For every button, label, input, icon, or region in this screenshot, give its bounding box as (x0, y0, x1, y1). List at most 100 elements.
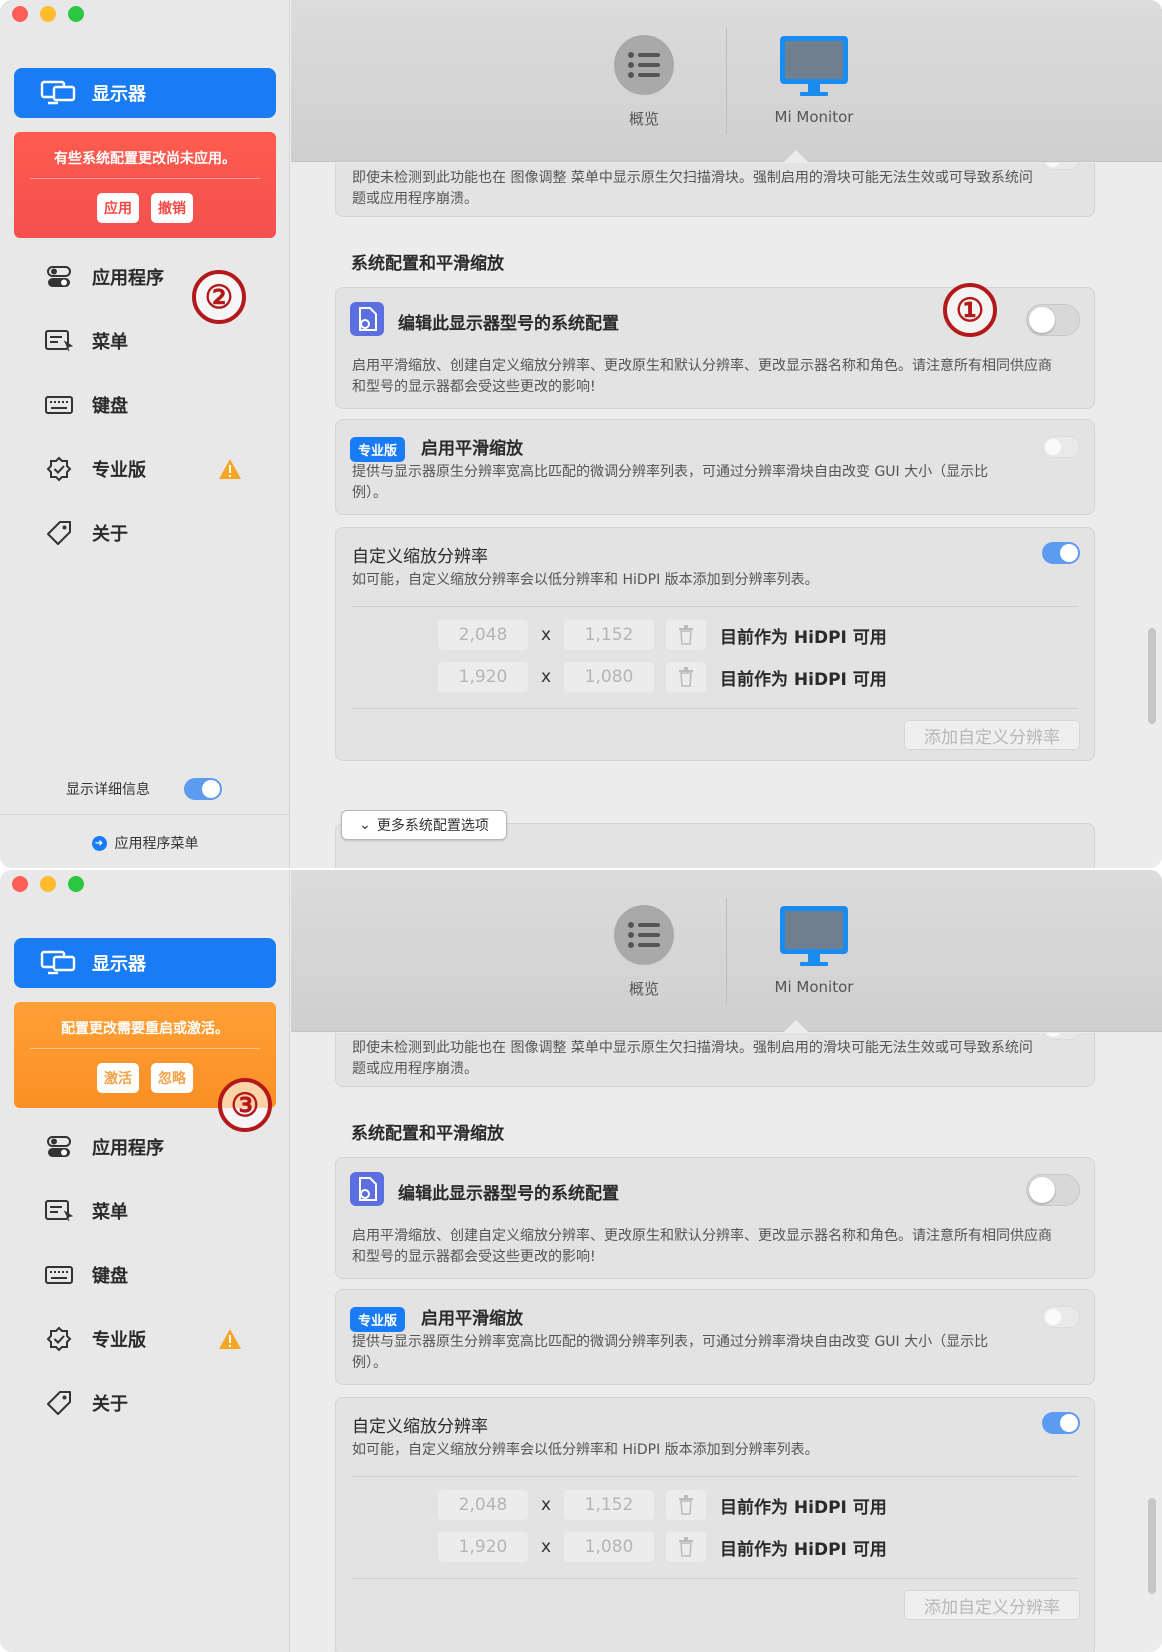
custom-res-toggle[interactable] (1042, 542, 1080, 564)
sidebar-item-menu[interactable]: 菜单 (44, 1198, 128, 1224)
smooth-scaling-card: 专业版 启用平滑缩放 提供与显示器原生分辨率宽高比匹配的微调分辨率列表，可通过分辨… (335, 1289, 1095, 1385)
undo-button[interactable]: 撤销 (151, 193, 193, 223)
tab-label: 概览 (628, 110, 659, 128)
height-field[interactable]: 1,080 (564, 662, 654, 692)
tag-icon (44, 520, 74, 546)
tab-overview[interactable]: 概览 (609, 34, 679, 129)
trash-icon[interactable] (666, 1490, 706, 1520)
edit-config-toggle[interactable] (1026, 1174, 1080, 1206)
show-details-toggle[interactable] (184, 778, 222, 800)
sidebar: 显示器 配置更改需要重启或激活。 激活 忽略 应用程序 菜单 键盘 专业版 关于… (0, 870, 290, 1652)
custom-res-toggle[interactable] (1042, 1412, 1080, 1434)
tab-monitor[interactable]: Mi Monitor (761, 34, 867, 126)
tab-monitor[interactable]: Mi Monitor (761, 904, 867, 996)
sidebar-item-menu[interactable]: 菜单 (44, 328, 128, 354)
divider (352, 606, 1078, 607)
apply-button[interactable]: 应用 (97, 193, 139, 223)
zoom-window-button[interactable] (68, 876, 84, 892)
add-custom-resolution-button[interactable]: 添加自定义分辨率 (904, 1590, 1080, 1620)
sidebar-item-keyboard[interactable]: 键盘 (44, 392, 128, 418)
trash-icon[interactable] (666, 620, 706, 650)
width-field[interactable]: 2,048 (438, 1490, 528, 1520)
times-label: x (540, 1495, 552, 1515)
sidebar-item-displays[interactable]: 显示器 (14, 938, 276, 988)
window-controls (12, 876, 84, 892)
sidebar-item-label: 应用程序 (92, 1138, 164, 1159)
custom-res-desc: 如可能，自定义缩放分辨率会以低分辨率和 HiDPI 版本添加到分辨率列表。 (352, 572, 819, 588)
times-label: x (540, 1537, 552, 1557)
window-controls (12, 6, 84, 22)
close-window-button[interactable] (12, 876, 28, 892)
pro-badge: 专业版 (350, 1306, 406, 1332)
activate-button[interactable]: 激活 (97, 1063, 139, 1093)
close-window-button[interactable] (12, 6, 28, 22)
edit-config-card: 编辑此显示器型号的系统配置 启用平滑缩放、创建自定义缩放分辨率、更改原生和默认分… (335, 1157, 1095, 1279)
sidebar-item-apps[interactable]: 应用程序 (44, 1134, 164, 1160)
smooth-scaling-title: 启用平滑缩放 (421, 439, 524, 459)
height-field[interactable]: 1,152 (564, 1490, 654, 1520)
trash-icon[interactable] (666, 1532, 706, 1562)
smooth-scaling-toggle[interactable] (1042, 1306, 1080, 1328)
app-menu-link[interactable]: ➜ 应用程序菜单 (0, 814, 290, 853)
edit-config-toggle[interactable] (1026, 304, 1080, 336)
sidebar-item-pro[interactable]: 专业版 (44, 456, 146, 482)
sidebar-item-about[interactable]: 关于 (44, 520, 128, 546)
keyboard-icon (44, 392, 74, 418)
sidebar-item-apps[interactable]: 应用程序 (44, 264, 164, 290)
scrollbar-thumb[interactable] (1148, 628, 1156, 724)
scrollbar-thumb[interactable] (1148, 1498, 1156, 1594)
sidebar: 显示器 有些系统配置更改尚未应用。 应用 撤销 应用程序 菜单 键盘 专业版 关… (0, 0, 290, 868)
banner-message: 有些系统配置更改尚未应用。 (30, 132, 260, 179)
toolbar: 概览 Mi Monitor (291, 870, 1162, 1033)
zoom-window-button[interactable] (68, 6, 84, 22)
width-field[interactable]: 1,920 (438, 662, 528, 692)
hidpi-status: 目前作为 HiDPI 可用 (720, 669, 887, 690)
selected-tab-pointer (783, 150, 809, 163)
custom-res-title: 自定义缩放分辨率 (352, 547, 488, 567)
settings-scroll-area[interactable]: 即使未检测到此功能也在 图像调整 菜单中显示原生欠扫描滑块。强制启用的滑块可能无… (291, 163, 1162, 868)
sidebar-item-about[interactable]: 关于 (44, 1390, 128, 1416)
sidebar-item-displays[interactable]: 显示器 (14, 68, 276, 118)
app-window-after: 显示器 配置更改需要重启或激活。 激活 忽略 应用程序 菜单 键盘 专业版 关于… (0, 870, 1162, 1652)
custom-res-title: 自定义缩放分辨率 (352, 1417, 488, 1437)
sidebar-item-pro[interactable]: 专业版 (44, 1326, 146, 1352)
tab-label: 概览 (628, 980, 659, 998)
app-window-before: 显示器 有些系统配置更改尚未应用。 应用 撤销 应用程序 菜单 键盘 专业版 关… (0, 0, 1162, 868)
more-options-label: 更多系统配置选项 (376, 818, 489, 834)
sidebar-item-label: 键盘 (92, 1266, 128, 1287)
sidebar-item-label: 键盘 (92, 396, 128, 417)
sidebar-item-label: 显示器 (92, 954, 146, 975)
underscan-toggle[interactable] (1042, 163, 1080, 170)
resolution-row: 1,920 x 1,080 目前作为 HiDPI 可用 (438, 1532, 887, 1562)
show-details-label: 显示详细信息 (66, 782, 150, 798)
document-gear-icon (350, 1172, 384, 1206)
ignore-button[interactable]: 忽略 (151, 1063, 193, 1093)
sidebar-item-label: 关于 (92, 524, 128, 545)
tag-icon (44, 1390, 74, 1416)
main-pane: 概览 Mi Monitor 即使未检测到此功能也在 图像调整 菜单中显示原生欠扫… (291, 0, 1162, 868)
toolbar-divider (726, 28, 727, 134)
add-custom-resolution-button[interactable]: 添加自定义分辨率 (904, 720, 1080, 750)
sidebar-item-label: 专业版 (92, 1330, 146, 1351)
settings-scroll-area[interactable]: 即使未检测到此功能也在 图像调整 菜单中显示原生欠扫描滑块。强制启用的滑块可能无… (291, 1033, 1162, 1652)
tab-overview[interactable]: 概览 (609, 904, 679, 999)
width-field[interactable]: 2,048 (438, 620, 528, 650)
height-field[interactable]: 1,080 (564, 1532, 654, 1562)
minimize-window-button[interactable] (40, 6, 56, 22)
tab-label: Mi Monitor (774, 978, 854, 996)
height-field[interactable]: 1,152 (564, 620, 654, 650)
more-options-button[interactable]: ⌄ 更多系统配置选项 (341, 810, 507, 840)
smooth-scaling-desc: 提供与显示器原生分辨率宽高比匹配的微调分辨率列表，可通过分辨率滑块自由改变 GU… (352, 464, 989, 501)
width-field[interactable]: 1,920 (438, 1532, 528, 1562)
smooth-scaling-toggle[interactable] (1042, 436, 1080, 458)
main-pane: 概览 Mi Monitor 即使未检测到此功能也在 图像调整 菜单中显示原生欠扫… (291, 870, 1162, 1652)
trash-icon[interactable] (666, 662, 706, 692)
minimize-window-button[interactable] (40, 876, 56, 892)
divider (352, 1578, 1078, 1579)
sidebar-item-keyboard[interactable]: 键盘 (44, 1262, 128, 1288)
sidebar-item-label: 应用程序 (92, 268, 164, 289)
sidebar-item-label: 专业版 (92, 460, 146, 481)
divider (352, 1476, 1078, 1477)
underscan-desc: 即使未检测到此功能也在 图像调整 菜单中显示原生欠扫描滑块。强制启用的滑块可能无… (352, 1040, 1033, 1077)
underscan-toggle[interactable] (1042, 1033, 1080, 1040)
